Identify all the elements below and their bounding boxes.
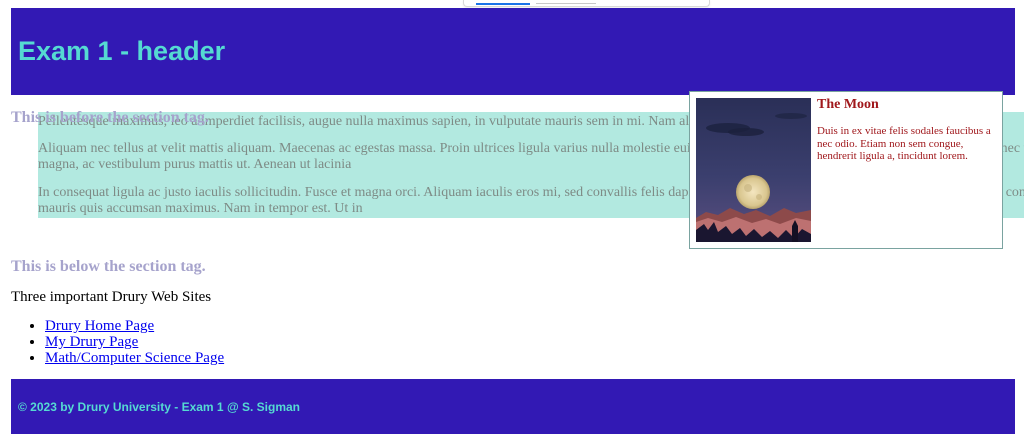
page-title: Exam 1 - header [18, 36, 226, 66]
link-math-cs[interactable]: Math/Computer Science Page [45, 350, 224, 366]
popup-active-indicator [476, 3, 530, 5]
link-drury-home[interactable]: Drury Home Page [45, 318, 154, 334]
link-my-drury[interactable]: My Drury Page [45, 334, 138, 350]
figure-title: The Moon [817, 97, 879, 112]
sites-heading: Three important Drury Web Sites [11, 289, 212, 305]
list-item: Math/Computer Science Page [45, 350, 224, 366]
footer-copyright: © 2023 by Drury University - Exam 1 @ S.… [18, 400, 300, 414]
browser-popup-strip [463, 0, 710, 7]
moon-photo-icon [696, 98, 811, 242]
figure-caption: Duis in ex vitae felis sodales faucibus … [817, 125, 991, 162]
page-footer: © 2023 by Drury University - Exam 1 @ S.… [11, 379, 1015, 434]
list-item: Drury Home Page [45, 318, 224, 334]
list-item: My Drury Page [45, 334, 224, 350]
popup-divider [536, 3, 596, 4]
sites-list: Drury Home Page My Drury Page Math/Compu… [11, 318, 224, 366]
moon-figure: The Moon Duis in ex vitae felis sodales … [689, 91, 1003, 249]
below-section-label: This is below the section tag. [11, 258, 206, 275]
before-section-label: This is before the section tag. [11, 109, 209, 126]
page-header: Exam 1 - header [11, 8, 1015, 95]
